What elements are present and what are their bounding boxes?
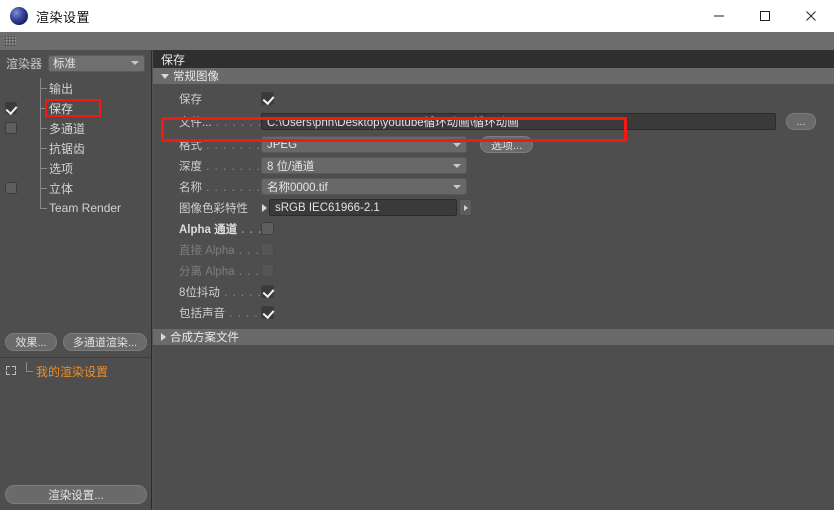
depth-value: 8 位/通道 bbox=[267, 160, 315, 173]
save-enable-checkbox[interactable] bbox=[5, 102, 17, 114]
chevron-down-icon bbox=[161, 73, 169, 79]
dithering-label: 8位抖动 . . . . . . bbox=[179, 286, 261, 299]
sidebar-item-stereoscopic[interactable]: 立体 bbox=[0, 178, 151, 198]
multipass-render-button[interactable]: 多通道渲染... bbox=[63, 333, 147, 351]
format-value: JPEG bbox=[267, 138, 298, 151]
name-dropdown[interactable]: 名称0000.tif bbox=[261, 178, 467, 195]
color-profile-label: 图像色彩特性 bbox=[179, 202, 248, 215]
sidebar-item-label: 多通道 bbox=[49, 121, 86, 136]
toolbar-strip bbox=[0, 32, 834, 50]
chevron-down-icon bbox=[453, 163, 461, 168]
sidebar-item-multipass[interactable]: 多通道 bbox=[0, 118, 151, 138]
separate-alpha-label: 分离 Alpha . . . . bbox=[179, 265, 261, 278]
dithering-checkbox[interactable] bbox=[261, 285, 274, 298]
effects-button[interactable]: 效果... bbox=[5, 333, 57, 351]
format-dropdown[interactable]: JPEG bbox=[261, 136, 467, 153]
file-label: 文件... . . . . . . . . bbox=[179, 116, 261, 129]
window-controls bbox=[696, 0, 834, 32]
renderer-label: 渲染器 bbox=[6, 56, 43, 71]
section-compositing-file[interactable]: 合成方案文件 bbox=[153, 329, 834, 345]
expand-right-icon[interactable] bbox=[262, 203, 267, 212]
sidebar-item-label: 立体 bbox=[49, 181, 74, 196]
regular-image-rows: 保存 文件... . . . . . . . . C:\Users\phh\De… bbox=[153, 84, 834, 323]
browse-file-button[interactable]: ... bbox=[786, 113, 816, 130]
straight-alpha-label: 直接 Alpha . . . . bbox=[179, 244, 261, 257]
file-path-input[interactable]: C:\Users\phh\Desktop\youtube循环动画\循环动画 bbox=[261, 113, 776, 130]
sidebar-item-label: 选项 bbox=[49, 161, 74, 176]
sidebar-divider bbox=[0, 357, 152, 358]
sidebar-buttons: 效果... 多通道渲染... bbox=[0, 333, 152, 351]
chevron-right-icon bbox=[463, 204, 468, 211]
sidebar-item-label: 保存 bbox=[49, 101, 74, 116]
chevron-down-icon bbox=[453, 184, 461, 189]
save-checkbox[interactable] bbox=[261, 92, 274, 105]
chevron-down-icon bbox=[453, 142, 461, 147]
row-color-profile: 图像色彩特性 sRGB IEC61966-2.1 bbox=[153, 197, 834, 218]
sidebar-item-antialiasing[interactable]: 抗锯齿 bbox=[0, 138, 151, 158]
include-sound-label: 包括声音 . . . . . . bbox=[179, 307, 261, 320]
separate-alpha-checkbox[interactable] bbox=[261, 264, 274, 277]
sidebar-item-save[interactable]: 保存 bbox=[0, 98, 151, 118]
main-panel: 保存 常规图像 保存 文件... . . . . . . . . C:\User… bbox=[153, 50, 834, 510]
sidebar-item-label: 抗锯齿 bbox=[49, 141, 86, 156]
format-options-button[interactable]: 选项... bbox=[480, 136, 534, 153]
sidebar-item-options[interactable]: 选项 bbox=[0, 158, 151, 178]
minimize-icon[interactable] bbox=[696, 0, 742, 32]
chevron-down-icon bbox=[131, 61, 139, 65]
save-label: 保存 bbox=[179, 93, 202, 106]
render-settings-button[interactable]: 渲染设置... bbox=[5, 485, 147, 504]
color-profile-menu-button[interactable] bbox=[459, 199, 472, 216]
section-label: 合成方案文件 bbox=[170, 332, 239, 344]
sidebar-item-output[interactable]: 输出 bbox=[0, 78, 151, 98]
sidebar-item-label: Team Render bbox=[49, 201, 122, 215]
c4d-sphere-icon bbox=[10, 7, 28, 25]
close-icon[interactable] bbox=[788, 0, 834, 32]
sidebar-item-label: 输出 bbox=[49, 81, 74, 96]
row-alpha-channel: Alpha 通道 . . . . bbox=[153, 218, 834, 239]
window-titlebar: 渲染设置 bbox=[0, 0, 834, 32]
format-label: 格式 . . . . . . . . . bbox=[179, 139, 261, 152]
render-preset-item[interactable]: 我的渲染设置 bbox=[0, 362, 152, 380]
move-handle-icon bbox=[4, 364, 18, 378]
row-include-sound: 包括声音 . . . . . . bbox=[153, 302, 834, 323]
row-file: 文件... . . . . . . . . C:\Users\phh\Deskt… bbox=[153, 109, 834, 134]
alpha-channel-label: Alpha 通道 . . . . bbox=[179, 223, 261, 236]
row-format: 格式 . . . . . . . . . JPEG 选项... bbox=[153, 134, 834, 155]
render-preset-label: 我的渲染设置 bbox=[36, 364, 109, 379]
color-profile-value: sRGB IEC61966-2.1 bbox=[275, 201, 380, 214]
section-label: 常规图像 bbox=[173, 71, 219, 83]
straight-alpha-checkbox[interactable] bbox=[261, 243, 274, 256]
section-regular-image[interactable]: 常规图像 bbox=[153, 68, 834, 84]
stereoscopic-enable-checkbox[interactable] bbox=[5, 182, 17, 194]
renderer-value: 标准 bbox=[53, 58, 77, 70]
chevron-right-icon bbox=[161, 333, 166, 341]
row-name: 名称 . . . . . . . . . 名称0000.tif bbox=[153, 176, 834, 197]
alpha-channel-checkbox[interactable] bbox=[261, 222, 274, 235]
include-sound-checkbox[interactable] bbox=[261, 306, 274, 319]
row-straight-alpha: 直接 Alpha . . . . bbox=[153, 239, 834, 260]
window-title: 渲染设置 bbox=[36, 9, 91, 25]
depth-label: 深度 . . . . . . . . . bbox=[179, 160, 261, 173]
sidebar-item-team-render[interactable]: Team Render bbox=[0, 198, 151, 218]
name-label: 名称 . . . . . . . . . bbox=[179, 181, 261, 194]
multipass-enable-checkbox[interactable] bbox=[5, 122, 17, 134]
panel-title: 保存 bbox=[153, 50, 834, 68]
renderer-row: 渲染器 标准 bbox=[0, 50, 151, 76]
drag-grip-icon[interactable] bbox=[4, 35, 16, 46]
tree-branch-icon bbox=[18, 362, 36, 380]
sidebar: 渲染器 标准 输出 保存 多通道 抗锯齿 选项 立体 Team Render 效… bbox=[0, 50, 152, 510]
row-dithering: 8位抖动 . . . . . . bbox=[153, 281, 834, 302]
file-path-value: C:\Users\phh\Desktop\youtube循环动画\循环动画 bbox=[267, 116, 519, 129]
color-profile-input[interactable]: sRGB IEC61966-2.1 bbox=[269, 199, 457, 216]
row-depth: 深度 . . . . . . . . . 8 位/通道 bbox=[153, 155, 834, 176]
row-save: 保存 bbox=[153, 88, 834, 109]
sidebar-footer: 渲染设置... bbox=[0, 485, 152, 504]
name-value: 名称0000.tif bbox=[267, 181, 328, 194]
row-separate-alpha: 分离 Alpha . . . . bbox=[153, 260, 834, 281]
renderer-dropdown[interactable]: 标准 bbox=[48, 54, 145, 72]
depth-dropdown[interactable]: 8 位/通道 bbox=[261, 157, 467, 174]
settings-tree: 输出 保存 多通道 抗锯齿 选项 立体 Team Render bbox=[0, 78, 151, 218]
maximize-icon[interactable] bbox=[742, 0, 788, 32]
